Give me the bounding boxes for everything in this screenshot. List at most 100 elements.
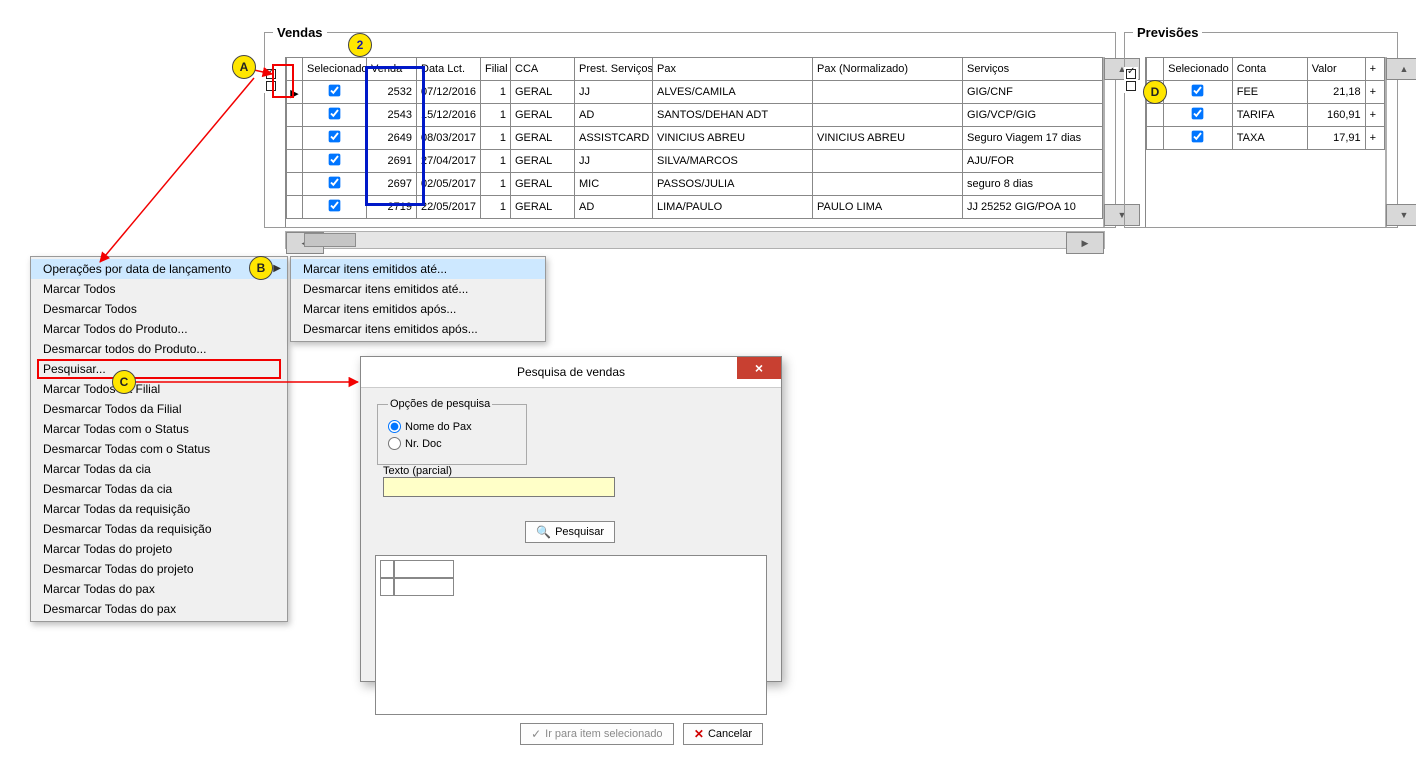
cell-selecionado[interactable] [303,104,367,127]
results-grid[interactable] [375,555,767,715]
mi-desmarcar-todas-requisicao[interactable]: Desmarcar Todas da requisição [31,519,287,539]
cell-filial: 1 [481,127,511,150]
row-checkbox[interactable] [329,85,341,97]
radio-nr-doc[interactable] [388,437,401,450]
col-prest[interactable]: Prest. Serviços [575,58,653,81]
table-row[interactable]: ▶253207/12/20161GERALJJALVES/CAMILAGIG/C… [287,81,1103,104]
table-row[interactable]: 264908/03/20171GERALASSISTCARDVINICIUS A… [287,127,1103,150]
mi-marcar-todos-filial[interactable]: Marcar Todos da Filial [31,379,287,399]
row-checkbox[interactable] [1192,108,1204,120]
cell-selecionado[interactable] [1164,127,1233,150]
vendas-hscroll[interactable]: ◀ ▶ [285,231,1105,249]
table-row[interactable]: 269127/04/20171GERALJJSILVA/MARCOSAJU/FO… [287,150,1103,173]
mi-label: Desmarcar Todas do pax [43,602,176,616]
col-filial[interactable]: Filial [481,58,511,81]
cell-selecionado[interactable] [1164,104,1233,127]
mi-desmarcar-todas-cia[interactable]: Desmarcar Todas da cia [31,479,287,499]
table-row[interactable]: 271922/05/20171GERALADLIMA/PAULOPAULO LI… [287,196,1103,219]
col-datalct[interactable]: Data Lct. [417,58,481,81]
row-indicator [1147,127,1164,150]
cell-paxnorm: VINICIUS ABREU [813,127,963,150]
vendas-grid[interactable]: Selecionado Venda Data Lct. Filial CCA P… [285,57,1103,227]
smi-marcar-emitidos-ate[interactable]: Marcar itens emitidos até... [291,259,545,279]
mi-pesquisar[interactable]: Pesquisar... [37,359,281,379]
scroll-up-icon[interactable]: ▲ [1386,58,1416,80]
col-pax[interactable]: Pax [653,58,813,81]
mi-label: Desmarcar Todas da cia [43,482,172,496]
cell-serv: seguro 8 dias [963,173,1103,196]
cell-selecionado[interactable] [303,173,367,196]
pesquisar-button[interactable]: 🔍 Pesquisar [525,521,615,543]
col-cca[interactable]: CCA [511,58,575,81]
col-venda[interactable]: Venda [367,58,417,81]
previsoes-grid[interactable]: Selecionado Conta Valor + ▶FEE21,18+TARI… [1145,57,1385,227]
row-checkbox[interactable] [329,154,341,166]
row-checkbox[interactable] [1192,131,1204,143]
mi-label: Marcar Todos da Filial [43,382,160,396]
pcol-plus[interactable]: + [1365,58,1384,81]
mi-marcar-todos[interactable]: Marcar Todos [31,279,287,299]
cancelar-button[interactable]: ✕ Cancelar [683,723,763,745]
mi-desmarcar-todos-produto[interactable]: Desmarcar todos do Produto... [31,339,287,359]
mi-desmarcar-todas-projeto[interactable]: Desmarcar Todas do projeto [31,559,287,579]
scroll-right-icon[interactable]: ▶ [1066,232,1104,254]
row-checkbox[interactable] [329,108,341,120]
smi-desmarcar-emitidos-apos[interactable]: Desmarcar itens emitidos após... [291,319,545,339]
table-row[interactable]: TARIFA160,91+ [1147,104,1385,127]
vendas-vscroll[interactable]: ▲ ▼ [1103,57,1105,227]
mi-label: Marcar itens emitidos após... [303,302,456,316]
mi-marcar-todas-cia[interactable]: Marcar Todas da cia [31,459,287,479]
row-checkbox[interactable] [329,177,341,189]
ir-para-item-button[interactable]: ✓ Ir para item selecionado [520,723,673,745]
row-checkbox[interactable] [329,200,341,212]
mi-label: Operações por data de lançamento [43,262,231,276]
mi-desmarcar-todos[interactable]: Desmarcar Todos [31,299,287,319]
mi-label: Marcar Todas do pax [43,582,155,596]
mi-marcar-todos-produto[interactable]: Marcar Todos do Produto... [31,319,287,339]
table-row[interactable]: 254315/12/20161GERALADSANTOS/DEHAN ADTGI… [287,104,1103,127]
mi-marcar-todas-status[interactable]: Marcar Todas com o Status [31,419,287,439]
row-indicator [287,104,303,127]
table-row[interactable]: ▶FEE21,18+ [1147,81,1385,104]
pcol-valor[interactable]: Valor [1307,58,1365,81]
smi-desmarcar-emitidos-ate[interactable]: Desmarcar itens emitidos até... [291,279,545,299]
table-row[interactable]: TAXA17,91+ [1147,127,1385,150]
row-checkbox[interactable] [1192,85,1204,97]
texto-parcial-input[interactable] [383,477,615,497]
cancelar-label: Cancelar [708,728,752,740]
previsoes-vscroll[interactable]: ▲ ▼ [1385,57,1387,227]
col-paxnorm[interactable]: Pax (Normalizado) [813,58,963,81]
cell-venda: 2543 [367,104,417,127]
mi-marcar-todas-pax[interactable]: Marcar Todas do pax [31,579,287,599]
pcol-selecionado[interactable]: Selecionado [1164,58,1233,81]
pcol-conta[interactable]: Conta [1232,58,1307,81]
badge-2: 2 [348,33,372,57]
cell-conta: TAXA [1232,127,1307,150]
mi-desmarcar-todas-pax[interactable]: Desmarcar Todas do pax [31,599,287,619]
col-servicos[interactable]: Serviços [963,58,1103,81]
cell-selecionado[interactable] [1164,81,1233,104]
dialog-titlebar[interactable]: Pesquisa de vendas × [361,357,781,388]
cell-venda: 2532 [367,81,417,104]
cell-selecionado[interactable] [303,196,367,219]
mi-desmarcar-todos-filial[interactable]: Desmarcar Todos da Filial [31,399,287,419]
toggle-select-all-icon[interactable] [264,67,278,93]
row-checkbox[interactable] [329,131,341,143]
radio-nome-do-pax[interactable] [388,420,401,433]
table-row[interactable]: 269702/05/20171GERALMICPASSOS/JULIAsegur… [287,173,1103,196]
smi-marcar-emitidos-apos[interactable]: Marcar itens emitidos após... [291,299,545,319]
mi-label: Marcar Todos do Produto... [43,322,188,336]
dialog-close-button[interactable]: × [737,357,781,379]
scroll-down-icon[interactable]: ▼ [1386,204,1416,226]
vendas-header-corner [287,58,303,81]
mi-desmarcar-todas-status[interactable]: Desmarcar Todas com o Status [31,439,287,459]
col-selecionado[interactable]: Selecionado [303,58,367,81]
mi-label: Marcar itens emitidos até... [303,262,447,276]
cell-selecionado[interactable] [303,127,367,150]
mi-label: Desmarcar itens emitidos após... [303,322,478,336]
mi-marcar-todas-projeto[interactable]: Marcar Todas do projeto [31,539,287,559]
cell-selecionado[interactable] [303,150,367,173]
previsoes-toggle-select-all-icon[interactable] [1124,67,1138,93]
mi-marcar-todas-requisicao[interactable]: Marcar Todas da requisição [31,499,287,519]
cell-selecionado[interactable] [303,81,367,104]
